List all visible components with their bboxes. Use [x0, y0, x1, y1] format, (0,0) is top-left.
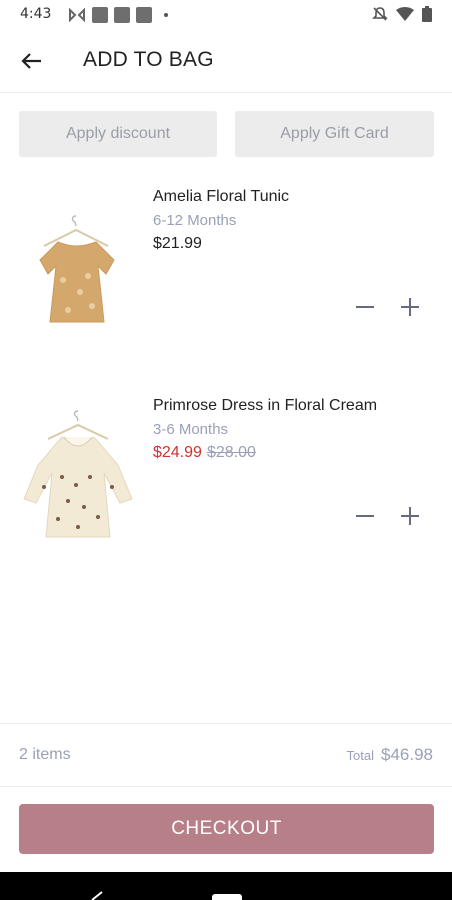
status-time: 4:43: [20, 6, 52, 22]
checkout-button[interactable]: CHECKOUT: [19, 804, 434, 854]
system-icons: [372, 6, 432, 22]
cart-item: Amelia Floral Tunic 6-12 Months $21.99: [0, 180, 452, 370]
product-image-dress[interactable]: [18, 407, 136, 547]
back-button[interactable]: [16, 46, 48, 76]
increase-quantity-button[interactable]: [397, 503, 423, 529]
item-name[interactable]: Amelia Floral Tunic: [153, 188, 289, 206]
total-label: Total: [346, 748, 374, 763]
cart-summary: 2 items Total $46.98: [0, 723, 452, 787]
decrease-quantity-button[interactable]: [352, 294, 378, 320]
app-bar: ADD TO BAG: [0, 30, 452, 93]
product-image-tunic[interactable]: [18, 210, 136, 350]
original-price: $28.00: [206, 444, 256, 461]
minus-icon: [356, 515, 374, 517]
item-size: 6-12 Months: [153, 212, 237, 229]
system-nav-bar: [0, 872, 452, 900]
increase-quantity-button[interactable]: [397, 294, 423, 320]
nav-back-icon[interactable]: [88, 872, 108, 900]
item-price: $21.99: [153, 235, 202, 252]
notification-icons: [68, 7, 168, 23]
battery-icon: [422, 6, 432, 22]
page-title: ADD TO BAG: [83, 48, 214, 71]
item-size: 3-6 Months: [153, 421, 229, 438]
status-bar: 4:43: [0, 0, 452, 30]
sale-price: $24.99: [153, 444, 202, 461]
total-amount: $46.98: [381, 745, 433, 764]
plus-icon: [401, 298, 419, 316]
apply-gift-card-button[interactable]: Apply Gift Card: [235, 111, 434, 157]
item-count: 2 items: [19, 746, 71, 763]
cart-item: Primrose Dress in Floral Cream 3-6 Month…: [0, 389, 452, 579]
decrease-quantity-button[interactable]: [352, 503, 378, 529]
minus-icon: [356, 306, 374, 308]
wifi-icon: [396, 7, 414, 21]
nav-home-icon[interactable]: [212, 894, 242, 900]
media-icon: [69, 8, 85, 22]
mute-icon: [372, 7, 388, 21]
plus-icon: [401, 507, 419, 525]
app-notification-icon: [114, 7, 130, 23]
item-name[interactable]: Primrose Dress in Floral Cream: [153, 397, 377, 415]
arrow-left-icon: [21, 53, 41, 69]
app-notification-icon: [136, 7, 152, 23]
more-notifications-icon: [164, 13, 168, 17]
apply-discount-button[interactable]: Apply discount: [19, 111, 217, 157]
app-notification-icon: [92, 7, 108, 23]
item-price: $24.99 $28.00: [153, 444, 256, 462]
